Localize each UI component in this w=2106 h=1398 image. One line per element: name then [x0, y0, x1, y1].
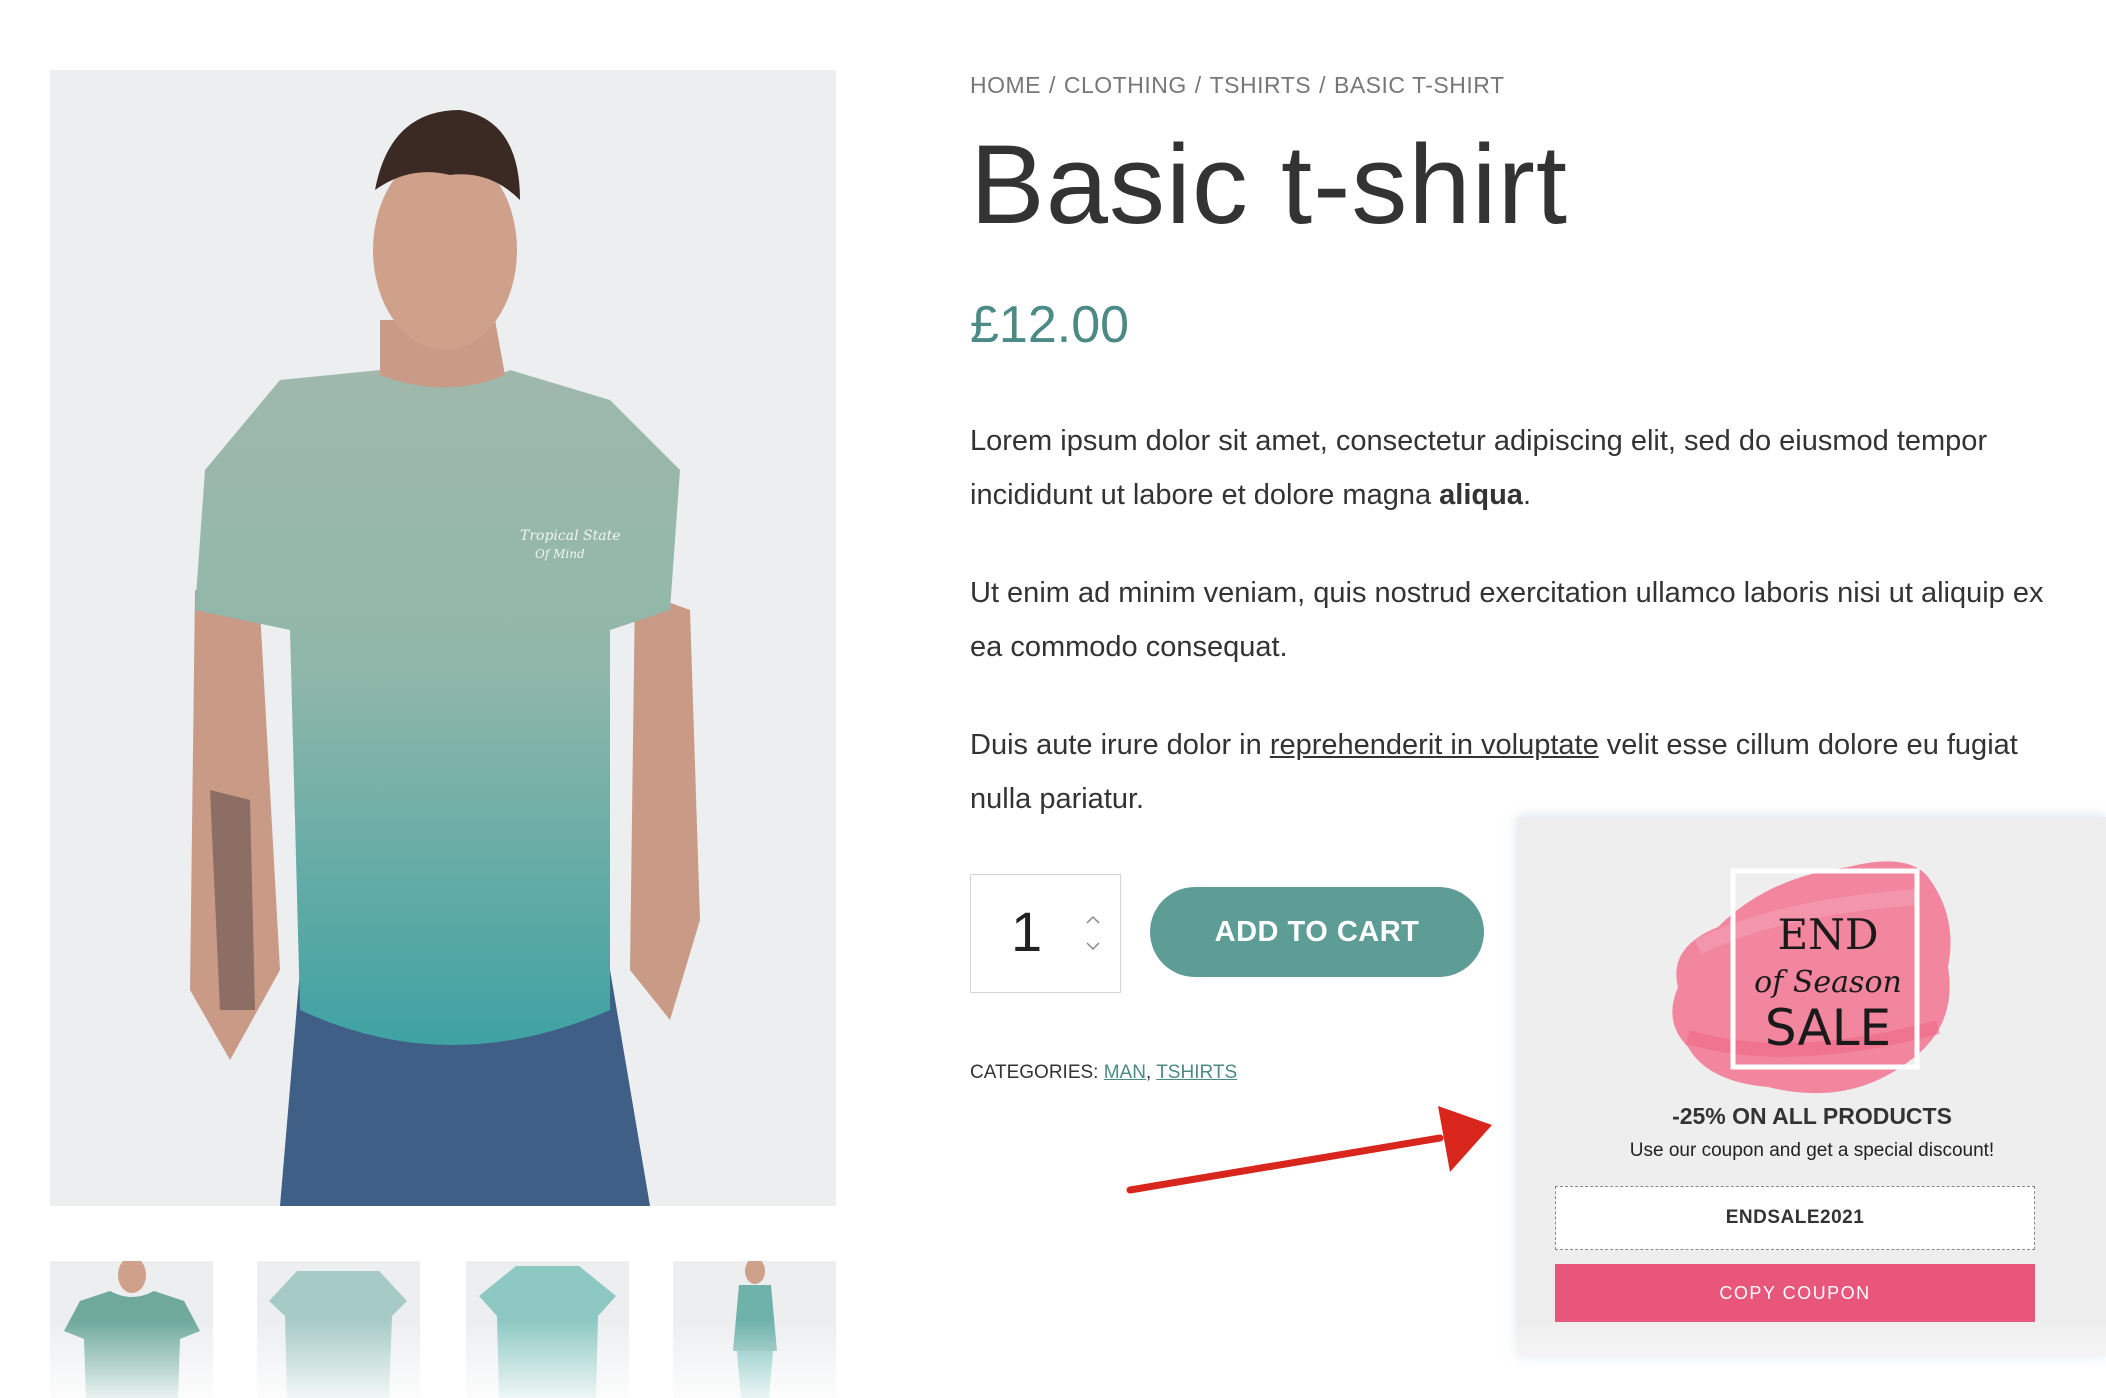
categories-label: CATEGORIES:: [970, 1062, 1099, 1083]
description-p3-start: Duis aute irure dolor in: [970, 729, 1270, 761]
breadcrumb-home[interactable]: HOME: [970, 72, 1041, 98]
description-paragraph-3: Duis aute irure dolor in reprehenderit i…: [970, 718, 2050, 826]
copy-coupon-button[interactable]: COPY COUPON: [1555, 1264, 2035, 1322]
svg-text:Of Mind: Of Mind: [535, 547, 585, 561]
breadcrumb-separator: /: [1194, 72, 1202, 98]
quantity-stepper[interactable]: 1: [970, 874, 1121, 993]
product-main-image[interactable]: Tropical State Of Mind: [50, 70, 836, 1206]
coupon-popup: END of Season SALE -25% ON ALL PRODUCTS …: [1518, 817, 2106, 1357]
quantity-value[interactable]: 1: [1011, 899, 1042, 964]
thumbnail-3[interactable]: [466, 1261, 629, 1398]
category-link-tshirts[interactable]: TSHIRTS: [1156, 1062, 1237, 1083]
coupon-code-field[interactable]: ENDSALE2021: [1555, 1186, 2035, 1250]
popup-headline: -25% ON ALL PRODUCTS: [1672, 1103, 1952, 1129]
thumbnail-1[interactable]: [50, 1261, 213, 1398]
product-title: Basic t-shirt: [970, 122, 1568, 247]
description-paragraph-2: Ut enim ad minim veniam, quis nostrud ex…: [970, 577, 2044, 663]
popup-subtext: Use our coupon and get a special discoun…: [1629, 1140, 1995, 1161]
breadcrumb-separator: /: [1049, 72, 1056, 98]
description-paragraph-1: Lorem ipsum dolor sit amet, consectetur …: [970, 414, 2050, 522]
thumbnail-strip: [50, 1261, 836, 1398]
thumbnail-4[interactable]: [673, 1261, 836, 1398]
end-of-season-sale-logo: END of Season SALE: [1672, 861, 1951, 1094]
breadcrumb-clothing[interactable]: CLOTHING: [1064, 72, 1187, 98]
chevron-up-icon[interactable]: [1081, 911, 1105, 931]
description-link[interactable]: reprehenderit in voluptate: [1270, 729, 1599, 761]
product-categories: CATEGORIES: MAN, TSHIRTS: [970, 1062, 1237, 1084]
logo-line-3: SALE: [1765, 999, 1891, 1057]
logo-line-1: END: [1777, 910, 1878, 959]
add-to-cart-button[interactable]: ADD TO CART: [1150, 887, 1484, 977]
thumbnail-2[interactable]: [257, 1261, 420, 1398]
chevron-down-icon[interactable]: [1081, 937, 1105, 957]
product-price: £12.00: [970, 296, 1130, 354]
category-separator: ,: [1145, 1062, 1152, 1083]
breadcrumb-separator: /: [1319, 72, 1326, 98]
red-arrow-icon: [1126, 1106, 1492, 1194]
description-p1-end: .: [1522, 479, 1532, 511]
breadcrumb-current: BASIC T-SHIRT: [1334, 72, 1505, 98]
logo-line-2: of Season: [1754, 965, 1902, 1000]
description-p1-bold: aliqua: [1439, 479, 1523, 511]
breadcrumb: HOME / CLOTHING / TSHIRTS / BASIC T-SHIRT: [970, 72, 1505, 99]
svg-text:Tropical State: Tropical State: [520, 528, 621, 544]
breadcrumb-tshirts[interactable]: TSHIRTS: [1210, 72, 1311, 98]
category-link-man[interactable]: MAN: [1104, 1062, 1146, 1083]
product-description: Lorem ipsum dolor sit amet, consectetur …: [970, 414, 2050, 870]
